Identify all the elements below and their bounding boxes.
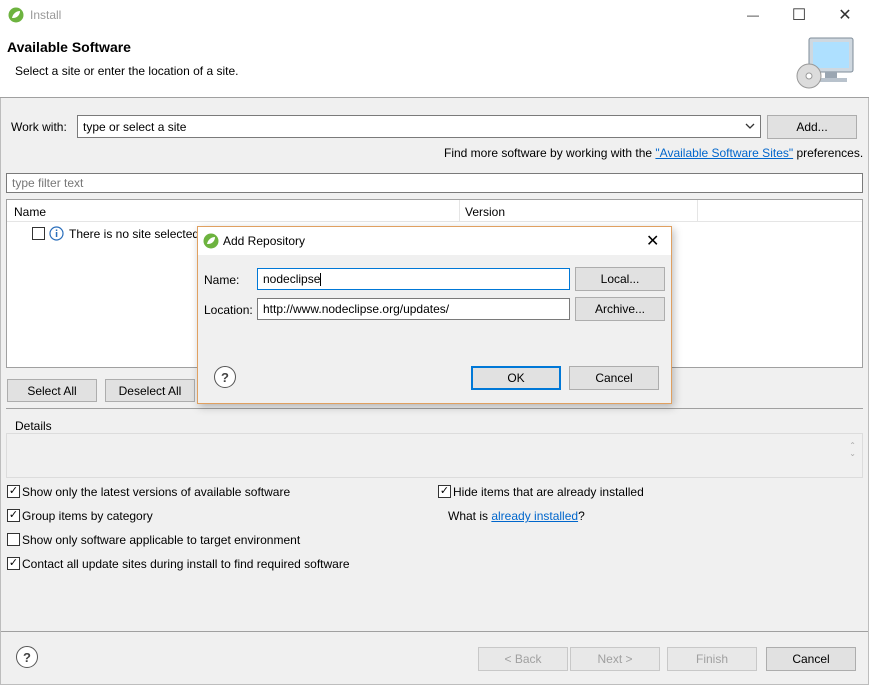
location-label: Location: [204,303,253,317]
applicable-only-checkbox[interactable] [7,533,20,546]
spring-logo-icon [203,233,219,252]
work-with-placeholder: type or select a site [83,119,187,134]
column-divider [697,200,698,222]
details-area[interactable]: ⌃ ⌄ [6,433,863,478]
filter-input[interactable]: type filter text [6,173,863,193]
table-header: Name Version [7,200,862,222]
window-title: Install [30,8,62,22]
finish-button[interactable]: Finish [667,647,757,671]
hide-installed-checkbox[interactable]: ✓ [438,485,451,498]
what-is-prefix: What is [448,509,492,523]
what-is-suffix: ? [578,509,585,523]
name-field[interactable]: nodeclipse [257,268,570,290]
install-computer-icon [795,34,857,94]
already-installed-link[interactable]: already installed [491,509,578,523]
applicable-only-label: Show only software applicable to target … [22,533,301,547]
add-repository-dialog: Add Repository ✕ Name: nodeclipse Local.… [197,226,672,404]
column-version[interactable]: Version [465,205,505,219]
dialog-title-bar: Add Repository ✕ [198,227,671,255]
text-caret [320,272,322,286]
info-icon [49,226,64,244]
contact-sites-checkbox[interactable]: ✓ [7,557,20,570]
latest-versions-checkbox[interactable]: ✓ [7,485,20,498]
location-value: http://www.nodeclipse.org/updates/ [263,302,450,316]
group-category-label: Group items by category [22,509,153,523]
minimize-button[interactable]: — [730,0,776,30]
find-more-prefix: Find more software by working with the [444,146,656,160]
title-bar: Install — ☐ ✕ [0,0,869,32]
close-button[interactable]: ✕ [822,0,868,30]
select-all-button[interactable]: Select All [7,379,97,402]
column-divider [459,200,460,222]
maximize-icon: ☐ [791,7,807,24]
latest-versions-label: Show only the latest versions of availab… [22,485,291,499]
what-is-installed-text: What is already installed? [448,509,585,523]
ok-button[interactable]: OK [471,366,561,390]
dialog-help-icon[interactable]: ? [214,366,236,388]
page-subtitle: Select a site or enter the location of a… [15,64,239,78]
row-checkbox[interactable] [32,227,45,240]
dialog-close-icon[interactable]: ✕ [646,231,659,251]
footer-separator [1,631,868,632]
dialog-cancel-button[interactable]: Cancel [569,366,659,390]
work-with-label: Work with: [11,120,67,134]
available-software-sites-link[interactable]: "Available Software Sites" [655,146,793,160]
spring-logo-icon [8,7,24,23]
next-button[interactable]: Next > [570,647,660,671]
contact-sites-label: Contact all update sites during install … [22,557,350,571]
separator [6,408,863,409]
cancel-button[interactable]: Cancel [766,647,856,671]
add-site-button[interactable]: Add... [767,115,857,139]
filter-placeholder: type filter text [12,176,84,190]
name-label: Name: [204,273,240,287]
page-title: Available Software [7,39,131,55]
close-icon: ✕ [838,7,852,24]
deselect-all-button[interactable]: Deselect All [105,379,195,402]
local-button[interactable]: Local... [575,267,665,291]
scroll-arrows-icon[interactable]: ⌃ ⌄ [849,442,856,458]
no-site-message: There is no site selected. [69,227,203,241]
location-field[interactable]: http://www.nodeclipse.org/updates/ [257,298,570,320]
maximize-button[interactable]: ☐ [776,0,822,30]
help-icon[interactable]: ? [16,646,38,668]
back-button[interactable]: < Back [478,647,568,671]
column-name[interactable]: Name [14,205,46,219]
name-value: nodeclipse [263,272,321,286]
work-with-combo[interactable]: type or select a site [77,115,761,138]
find-more-text: Find more software by working with the "… [444,146,863,160]
minimize-icon: — [747,8,759,22]
group-category-checkbox[interactable]: ✓ [7,509,20,522]
dialog-title: Add Repository [223,234,306,248]
archive-button[interactable]: Archive... [575,297,665,321]
find-more-suffix: preferences. [793,146,864,160]
wizard-header: Available Software Select a site or ente… [0,32,869,98]
details-label: Details [15,419,52,433]
chevron-down-icon[interactable] [744,119,756,136]
hide-installed-label: Hide items that are already installed [453,485,644,499]
